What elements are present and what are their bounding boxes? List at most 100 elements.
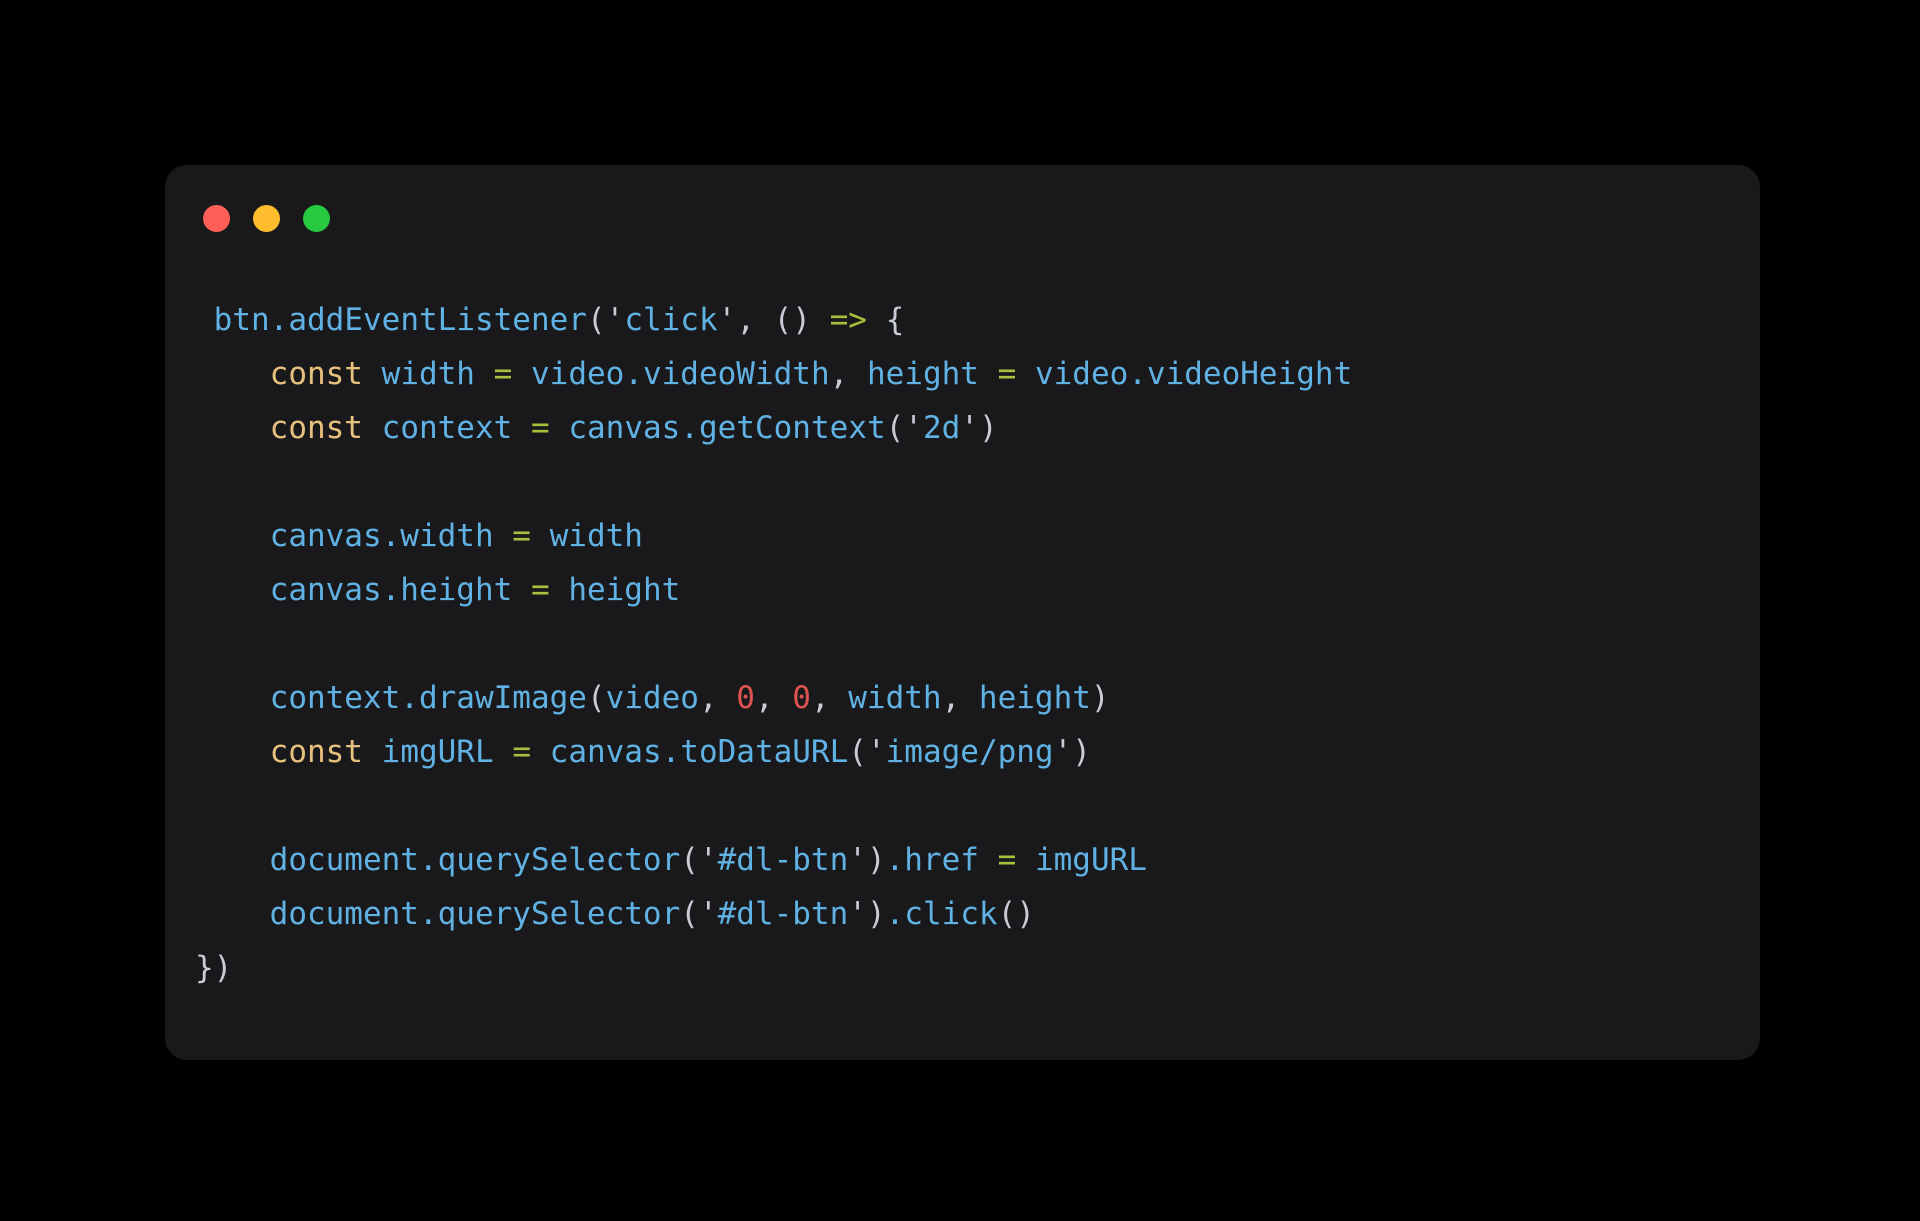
code-token: = xyxy=(512,518,531,554)
code-token: = xyxy=(530,572,550,608)
code-token: ( xyxy=(586,302,606,338)
code-token: 0 xyxy=(792,680,811,716)
minimize-dot[interactable] xyxy=(253,205,280,232)
code-token: context xyxy=(381,410,513,446)
code-token: .href xyxy=(885,842,979,878)
code-token: canvas.width xyxy=(269,518,494,554)
code-token: context.drawImage xyxy=(269,680,587,716)
code-token: canvas.getContext xyxy=(568,410,886,446)
code-token: canvas.height xyxy=(269,572,513,608)
code-token: ( xyxy=(680,896,699,932)
code-token: ) xyxy=(1090,680,1110,716)
code-token: () xyxy=(773,302,811,338)
code-token: }) xyxy=(195,950,233,986)
code-token: , xyxy=(941,680,979,716)
close-dot[interactable] xyxy=(203,205,230,232)
code-token: addEventListener xyxy=(288,302,587,338)
code-token: height xyxy=(568,572,681,608)
code-token: ' xyxy=(1053,734,1073,770)
code-token: #dl-btn xyxy=(717,842,849,878)
code-block[interactable]: btn.addEventListener('click', () => { co… xyxy=(195,293,1730,995)
code-line: context.drawImage(video, 0, 0, width, he… xyxy=(195,671,1730,725)
code-line: }) xyxy=(195,941,1730,995)
code-token: ' xyxy=(866,734,886,770)
code-token: ' xyxy=(904,410,923,446)
code-token: => xyxy=(829,302,867,338)
code-token: . xyxy=(269,302,289,338)
code-token: ' xyxy=(605,302,625,338)
code-line: const width = video.videoWidth, height =… xyxy=(195,347,1730,401)
code-token: ' xyxy=(717,302,737,338)
code-token: video.videoWidth xyxy=(531,356,830,392)
code-token: 2d xyxy=(922,410,961,446)
code-token: click xyxy=(624,302,718,338)
code-token: image/png xyxy=(885,734,1054,770)
code-token: const xyxy=(269,410,363,446)
code-token: video xyxy=(605,680,699,716)
maximize-dot[interactable] xyxy=(303,205,330,232)
code-area: btn.addEventListener('click', () => { co… xyxy=(165,293,1760,995)
code-token: imgURL xyxy=(381,734,494,770)
page-root: btn.addEventListener('click', () => { co… xyxy=(0,0,1920,1221)
code-token: , xyxy=(736,302,774,338)
code-token: = xyxy=(997,842,1017,878)
code-line: const context = canvas.getContext('2d') xyxy=(195,401,1730,455)
code-token: = xyxy=(997,356,1017,392)
code-token: , xyxy=(754,680,793,716)
code-token: { xyxy=(885,302,905,338)
code-token: ( xyxy=(885,410,905,446)
code-token: const xyxy=(269,734,363,770)
code-token: imgURL xyxy=(1034,842,1147,878)
code-token: ) xyxy=(978,410,998,446)
code-token: height xyxy=(866,356,979,392)
code-token: document.querySelector xyxy=(269,896,681,932)
code-token: ' xyxy=(848,842,867,878)
code-token: , xyxy=(829,356,867,392)
code-token: 0 xyxy=(736,680,755,716)
window-titlebar xyxy=(203,205,330,232)
code-token: height xyxy=(978,680,1091,716)
code-line: canvas.width = width xyxy=(195,509,1730,563)
code-token: = xyxy=(493,356,513,392)
code-token: ( xyxy=(848,734,867,770)
code-token: .click xyxy=(885,896,998,932)
code-token: ) xyxy=(866,842,886,878)
code-line: canvas.height = height xyxy=(195,563,1730,617)
code-token: document.querySelector xyxy=(269,842,681,878)
code-token: = xyxy=(512,734,531,770)
code-token: canvas.toDataURL xyxy=(549,734,849,770)
code-token: btn xyxy=(213,302,270,338)
code-token: ' xyxy=(698,842,718,878)
code-token: const xyxy=(269,356,363,392)
code-line: document.querySelector('#dl-btn').href =… xyxy=(195,833,1730,887)
code-token: ( xyxy=(680,842,699,878)
code-snippet-card: btn.addEventListener('click', () => { co… xyxy=(165,165,1760,1060)
